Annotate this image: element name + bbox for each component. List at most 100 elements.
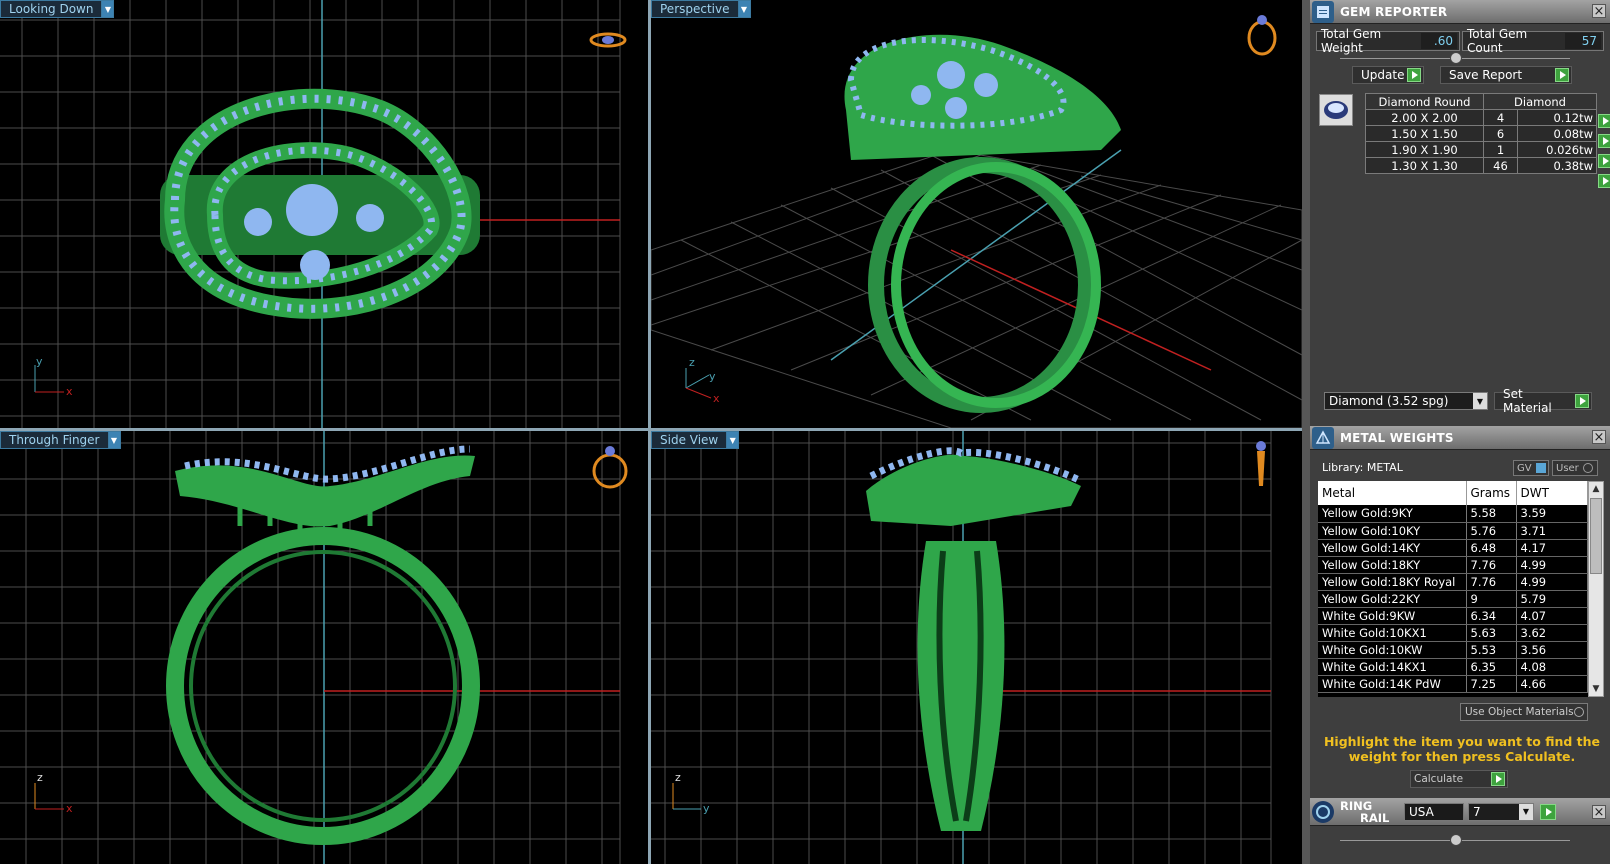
axis-label-y: y <box>709 370 716 383</box>
metal-row[interactable]: White Gold:9KW 6.34 4.07 <box>1318 607 1588 625</box>
gem-row[interactable]: 1.30 X 1.30 46 0.38tw <box>1365 157 1597 174</box>
metal-grams: 6.35 <box>1466 658 1517 676</box>
gem-count: 6 <box>1483 125 1518 142</box>
close-icon[interactable]: × <box>1592 4 1606 18</box>
select-gem-row-icon[interactable] <box>1598 174 1610 188</box>
viewport-through-finger-canvas[interactable]: z x <box>0 431 648 864</box>
metal-row[interactable]: Yellow Gold:10KY 5.76 3.71 <box>1318 522 1588 540</box>
ring-rail-slider-knob[interactable] <box>1450 834 1462 846</box>
gem-weight-value: 0.08tw <box>1553 126 1593 141</box>
viewport-looking-down-canvas[interactable]: y x <box>0 0 648 428</box>
chevron-down-icon: ▼ <box>1473 393 1487 409</box>
ring-size-region-field[interactable]: USA <box>1404 802 1464 821</box>
select-gem-row-icon[interactable] <box>1598 114 1610 128</box>
scrollbar-thumb[interactable] <box>1590 498 1602 574</box>
axis-label-z: z <box>689 356 695 369</box>
dropdown-arrow-icon[interactable]: ▼ <box>102 0 115 18</box>
viewport-mode-select[interactable]: Through Finger ▼ <box>0 431 121 449</box>
viewport-divider-horizontal[interactable] <box>0 428 1302 431</box>
metal-row[interactable]: White Gold:14KX1 6.35 4.08 <box>1318 658 1588 676</box>
user-toggle[interactable]: User <box>1552 460 1598 476</box>
metal-grams: 5.63 <box>1466 624 1517 642</box>
metal-col-grams[interactable]: Grams <box>1466 481 1517 505</box>
dropdown-arrow-icon[interactable]: ▼ <box>727 431 740 449</box>
gem-material-select-value: Diamond (3.52 spg) <box>1329 394 1449 408</box>
scroll-down-icon[interactable]: ▼ <box>1589 682 1603 696</box>
viewport-mode-select[interactable]: Looking Down ▼ <box>0 0 115 18</box>
gem-weight: 0.38tw <box>1517 157 1597 174</box>
chevron-down-icon: ▼ <box>1519 803 1533 820</box>
metal-grams: 5.58 <box>1466 505 1517 523</box>
gem-panel-splitter-knob[interactable] <box>1450 52 1462 64</box>
metal-name: White Gold:10KX1 <box>1318 624 1467 642</box>
save-report-button[interactable]: Save Report <box>1440 66 1572 84</box>
gem-reporter-header: GEM REPORTER × <box>1310 0 1610 24</box>
gem-size: 1.90 X 1.90 <box>1365 141 1484 158</box>
metal-row[interactable]: Yellow Gold:22KY 9 5.79 <box>1318 590 1588 608</box>
gem-material-select[interactable]: Diamond (3.52 spg) ▼ <box>1324 392 1488 410</box>
dropdown-arrow-icon[interactable]: ▼ <box>738 0 751 18</box>
metal-dwt: 5.79 <box>1516 590 1588 608</box>
gem-count: 4 <box>1483 109 1518 126</box>
metal-row[interactable]: Yellow Gold:18KY 7.76 4.99 <box>1318 556 1588 574</box>
metal-row[interactable]: White Gold:10KX1 5.63 3.62 <box>1318 624 1588 642</box>
play-icon[interactable] <box>1540 803 1556 820</box>
metal-dwt: 3.71 <box>1516 522 1588 540</box>
jewelry-cad-app: y x Looking Down ▼ z y x Perspective ▼ z… <box>0 0 1610 864</box>
toggle-off-icon <box>1574 707 1584 717</box>
viewport-looking-down[interactable]: y x Looking Down ▼ <box>0 0 648 428</box>
viewport-divider-vertical[interactable] <box>648 0 651 864</box>
ring-rail-title-line2: RAIL <box>1360 810 1390 825</box>
calculate-button-label: Calculate <box>1414 773 1464 785</box>
total-gem-count-field: Total Gem Count 57 <box>1462 27 1604 55</box>
use-object-materials-toggle[interactable]: Use Object Materials <box>1460 703 1588 721</box>
ring-top-view <box>160 88 480 319</box>
viewport-side-view-canvas[interactable]: z y <box>651 431 1302 864</box>
ring-size-select[interactable]: 7 ▼ <box>1468 802 1534 821</box>
metal-weights-icon <box>1312 426 1334 449</box>
viewport-side-view[interactable]: z y Side View ▼ <box>651 431 1302 864</box>
use-object-materials-label: Use Object Materials <box>1465 706 1574 718</box>
set-material-button[interactable]: Set Material <box>1494 387 1592 415</box>
gem-row[interactable]: 2.00 X 2.00 4 0.12tw <box>1365 109 1597 126</box>
update-button[interactable]: Update <box>1352 66 1424 84</box>
viewport-mode-select[interactable]: Perspective ▼ <box>651 0 751 18</box>
close-icon[interactable]: × <box>1592 805 1606 819</box>
scroll-up-icon[interactable]: ▲ <box>1589 482 1603 496</box>
select-gem-row-icon[interactable] <box>1598 134 1610 148</box>
metal-row[interactable]: Yellow Gold:14KY 6.48 4.17 <box>1318 539 1588 557</box>
metal-row[interactable]: Yellow Gold:9KY 5.58 3.59 <box>1318 505 1588 523</box>
viewport-through-finger[interactable]: z x Through Finger ▼ <box>0 431 648 864</box>
ring-front-view <box>166 445 480 845</box>
gv-toggle[interactable]: GV <box>1513 460 1549 476</box>
gem-reporter-icon <box>1312 0 1334 23</box>
viewport-perspective[interactable]: z y x Perspective ▼ <box>651 0 1302 428</box>
metal-row[interactable]: White Gold:10KW 5.53 3.56 <box>1318 641 1588 659</box>
metal-dwt: 3.62 <box>1516 624 1588 642</box>
metal-grams: 7.25 <box>1466 675 1517 693</box>
total-gem-weight-field: Total Gem Weight .60 <box>1316 27 1460 55</box>
axis-label-y: y <box>703 802 710 815</box>
metal-col-metal[interactable]: Metal <box>1318 481 1467 505</box>
metal-name: White Gold:10KW <box>1318 641 1467 659</box>
metal-col-dwt[interactable]: DWT <box>1516 481 1588 505</box>
viewport-perspective-canvas[interactable]: z y x <box>651 0 1302 428</box>
viewport-mode-select[interactable]: Side View ▼ <box>651 431 740 449</box>
metal-name: Yellow Gold:14KY <box>1318 539 1467 557</box>
ring-rail-title-line1: RING <box>1340 798 1373 813</box>
metal-name: Yellow Gold:18KY Royal <box>1318 573 1467 591</box>
metal-row[interactable]: Yellow Gold:18KY Royal 7.76 4.99 <box>1318 573 1588 591</box>
axis-gizmo-tr <box>685 368 712 399</box>
axis-gizmo-tl <box>34 365 64 393</box>
ring-rail-icon <box>1312 800 1334 823</box>
gem-row[interactable]: 1.90 X 1.90 1 0.026tw <box>1365 141 1597 158</box>
viewport-mode-label: Side View <box>651 431 728 449</box>
calculate-button[interactable]: Calculate <box>1410 770 1508 788</box>
select-gem-row-icon[interactable] <box>1598 154 1610 168</box>
metal-table-scrollbar[interactable]: ▲ ▼ <box>1588 481 1604 697</box>
metal-row[interactable]: White Gold:14K PdW 7.25 4.66 <box>1318 675 1588 693</box>
gem-table: Diamond Round Diamond 2.00 X 2.00 4 0.12… <box>1365 93 1597 174</box>
gem-row[interactable]: 1.50 X 1.50 6 0.08tw <box>1365 125 1597 142</box>
close-icon[interactable]: × <box>1592 430 1606 444</box>
dropdown-arrow-icon[interactable]: ▼ <box>108 431 121 449</box>
